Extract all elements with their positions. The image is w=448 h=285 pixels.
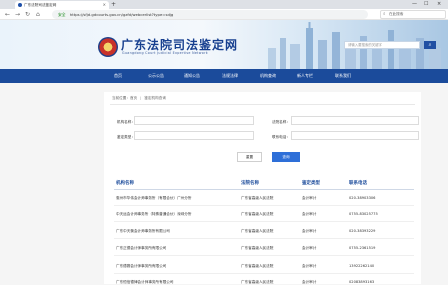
browser-tab[interactable]: 广东法院司法鉴定网 × [15, 1, 109, 9]
nav-item-org-search[interactable]: 机构查询 [260, 69, 276, 83]
site-search-input[interactable]: 请输入要搜索的关键字 [344, 41, 420, 49]
cell-phone: 020-38903306 [349, 196, 376, 200]
column-header-phone: 联系电话 [349, 181, 367, 186]
site-search-button[interactable]: ⌕ [424, 41, 436, 49]
cell-court: 广东省高级人民法院 [241, 212, 274, 216]
column-header-org: 机构名称 [116, 181, 134, 186]
nav-item-newcomers[interactable]: 新人专栏 [297, 69, 313, 83]
main-nav: 首页 公示公告 通知公告 法规法律 机构查询 新人专栏 联系我们 [0, 69, 448, 83]
search-icon: ⌕ [383, 12, 386, 17]
home-icon[interactable]: ⌂ [36, 10, 40, 19]
reload-icon[interactable]: ↻ [25, 10, 30, 19]
cell-org: 惠州市华伟会计师事务所（有限合伙）广州分所 [116, 196, 192, 200]
close-window-button[interactable]: × [437, 0, 441, 9]
cell-type: 会计审计 [302, 229, 317, 233]
column-header-court: 法院名称 [241, 181, 259, 186]
cell-org: 中天运会计师事务所（特殊普通合伙）深圳分所 [116, 212, 192, 216]
nav-item-laws[interactable]: 法规法律 [222, 69, 238, 83]
nav-item-announcements[interactable]: 通知公告 [184, 69, 200, 83]
breadcrumb-home[interactable]: 当前位置：首页 [112, 96, 137, 100]
org-name-label: 机构名称： [117, 120, 135, 124]
query-button[interactable]: 查询 [272, 152, 300, 162]
site-subtitle: Guangdong Court Judicial Expertise Netwo… [122, 51, 208, 55]
nav-item-home[interactable]: 首页 [114, 69, 122, 83]
cell-org: 广东正德会计师事务所有限公司 [116, 246, 167, 250]
cell-org: 广东德赛会计师事务所有限公司 [116, 264, 167, 268]
address-bar[interactable]: 安全 https://sfjd.gdcourts.gov.cn/gzfd/web… [52, 10, 368, 19]
cell-type: 会计审计 [302, 212, 317, 216]
cell-phone: 0755-2361519 [349, 246, 376, 250]
browser-search-input[interactable]: ⌕ 在此搜索 [380, 10, 446, 19]
cell-org: 广东中天衡会计师事务所有限公司 [116, 229, 170, 233]
tab-title: 广东法院司法鉴定网 [24, 3, 57, 7]
cell-phone: 020-38393229 [349, 229, 376, 233]
forward-icon[interactable]: → [15, 10, 20, 19]
cell-type: 会计审计 [302, 264, 317, 268]
org-name-input[interactable] [134, 116, 254, 125]
nav-item-contact[interactable]: 联系我们 [335, 69, 351, 83]
maximize-button[interactable]: ☐ [424, 0, 428, 9]
browser-tab-bar: 广东法院司法鉴定网 × + — ☐ × [0, 0, 448, 9]
divider [110, 104, 415, 105]
new-tab-button[interactable]: + [111, 0, 116, 9]
site-favicon-icon [18, 3, 22, 7]
type-label: 鉴定类型： [117, 135, 135, 139]
court-name-input[interactable] [291, 116, 419, 125]
cell-court: 广东省高级人民法院 [241, 246, 274, 250]
table-header-divider [114, 189, 414, 190]
row-divider [114, 221, 414, 222]
column-header-type: 鉴定类型 [302, 181, 320, 186]
breadcrumb-current: 鉴定机构查询 [144, 96, 166, 100]
secure-label: 安全 [58, 12, 66, 17]
row-divider [114, 255, 414, 256]
browser-toolbar: ← → ↻ ⌂ 安全 https://sfjd.gdcourts.gov.cn/… [0, 9, 448, 20]
court-emblem-icon [98, 37, 118, 57]
search-icon: ⌕ [428, 42, 432, 48]
court-name-label: 法院名称： [272, 120, 290, 124]
tab-close-icon[interactable]: × [103, 1, 106, 9]
breadcrumb: 当前位置：首页 | 鉴定机构查询 [112, 96, 166, 101]
cell-court: 广东省高级人民法院 [241, 264, 274, 268]
phone-input[interactable] [291, 131, 419, 140]
back-icon[interactable]: ← [5, 10, 10, 19]
cell-phone: 02083893163 [349, 280, 375, 284]
minimize-button[interactable]: — [412, 0, 417, 9]
breadcrumb-separator: | [140, 96, 142, 100]
cell-phone: 0755-83025775 [349, 212, 378, 216]
cell-phone: 13922262140 [349, 264, 375, 268]
cell-org: 广东恒信德律会计师事务所有限公司 [116, 280, 174, 284]
cell-type: 会计审计 [302, 196, 317, 200]
row-divider [114, 238, 414, 239]
url-text: https://sfjd.gdcourts.gov.cn/gzfd/webcer… [69, 12, 174, 17]
type-input[interactable] [134, 131, 254, 140]
nav-item-public-notice[interactable]: 公示公告 [148, 69, 164, 83]
cell-court: 广东省高级人民法院 [241, 196, 274, 200]
browser-search-placeholder: 在此搜索 [389, 12, 404, 16]
cell-court: 广东省高级人民法院 [241, 280, 274, 284]
row-divider [114, 273, 414, 274]
cell-court: 广东省高级人民法院 [241, 229, 274, 233]
reset-button[interactable]: 重置 [237, 152, 262, 162]
phone-label: 联系电话： [272, 135, 290, 139]
row-divider [114, 205, 414, 206]
cell-type: 会计审计 [302, 280, 317, 284]
cell-type: 会计审计 [302, 246, 317, 250]
